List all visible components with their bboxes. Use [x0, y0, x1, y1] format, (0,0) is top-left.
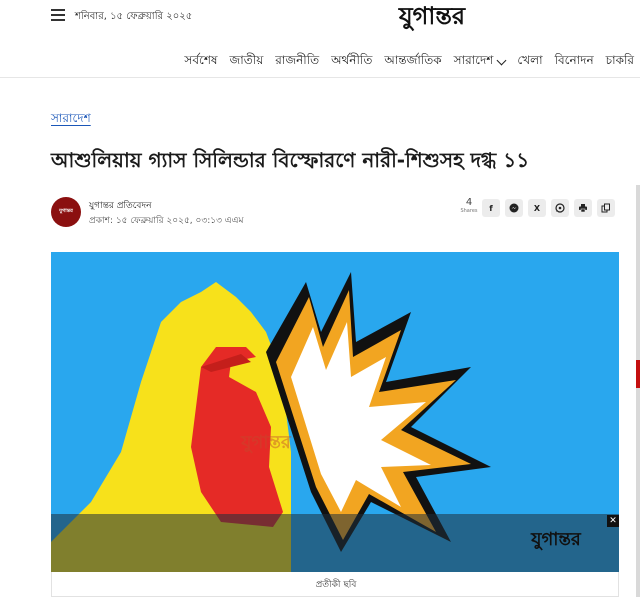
site-header: শনিবার, ১৫ ফেব্রুয়ারি ২০২৫ যুগান্তর সর্…: [0, 0, 640, 78]
image-watermark-corner: যুগান্তর: [530, 529, 582, 550]
author-name[interactable]: যুগান্তর প্রতিবেদন: [89, 198, 151, 213]
article-headline: আশুলিয়ায় গ্যাস সিলিন্ডার বিস্ফোরণে নার…: [51, 148, 530, 172]
logo-text: যুগান্তর: [398, 1, 466, 31]
nav-label: সর্বশেষ: [184, 53, 218, 67]
share-buttons: f X: [482, 199, 615, 217]
whatsapp-icon: [555, 203, 565, 213]
chevron-down-icon: [496, 55, 507, 65]
nav-label: বিনোদন: [554, 53, 594, 67]
nav-label: অর্থনীতি: [331, 53, 373, 67]
nav-label: চাকরি: [605, 53, 634, 67]
nav-item-national[interactable]: জাতীয়: [230, 52, 264, 72]
nav-label: জাতীয়: [229, 53, 264, 67]
share-count-label: Shares: [460, 208, 478, 214]
facebook-share-button[interactable]: f: [482, 199, 500, 217]
site-logo[interactable]: যুগান্তর: [360, 0, 505, 32]
facebook-icon: f: [489, 203, 493, 213]
author-row: যুগান্তর যুগান্তর প্রতিবেদন প্রকাশ: ১৫ ফ…: [51, 197, 621, 233]
nav-item-country[interactable]: সারাদেশ: [453, 52, 507, 72]
sidebar-edge: [636, 185, 640, 597]
sidebar-edge-ad: [636, 360, 640, 388]
avatar-logo-text: যুগান্তর: [59, 208, 73, 214]
messenger-icon: [509, 203, 519, 213]
x-twitter-icon: X: [533, 203, 541, 213]
nav-item-economy[interactable]: অর্থনীতি: [331, 52, 372, 72]
main-nav: সর্বশেষ জাতীয় রাজনীতি অর্থনীতি আন্তর্জা…: [184, 52, 634, 72]
print-button[interactable]: [574, 199, 592, 217]
nav-label: রাজনীতি: [275, 53, 320, 67]
explosion-illustration: যুগান্তর যুগান্তর: [51, 252, 619, 572]
nav-item-jobs[interactable]: চাকরি: [606, 52, 634, 72]
nav-label: আন্তর্জাতিক: [384, 53, 442, 67]
share-count-value: 4: [465, 197, 473, 208]
whatsapp-share-button[interactable]: [551, 199, 569, 217]
image-caption: প্রতীকী ছবি: [315, 580, 357, 590]
nav-item-sports[interactable]: খেলা: [517, 52, 542, 72]
close-icon[interactable]: ✕: [607, 515, 619, 527]
print-icon: [579, 204, 587, 213]
published-time: প্রকাশ: ১৫ ফেব্রুয়ারি ২০২৫, ০৩:১৩ এএম: [89, 216, 244, 226]
copy-link-icon: [601, 203, 610, 213]
nav-label: সারাদেশ: [453, 53, 494, 67]
x-share-button[interactable]: X: [528, 199, 546, 217]
nav-item-politics[interactable]: রাজনীতি: [275, 52, 319, 72]
nav-label: খেলা: [517, 53, 543, 67]
copy-link-button[interactable]: [597, 199, 615, 217]
menu-hamburger-icon[interactable]: [51, 9, 65, 21]
category-link[interactable]: সারাদেশ: [51, 110, 91, 130]
share-count: 4 Shares: [459, 197, 479, 214]
image-watermark-center: যুগান্তর: [240, 432, 292, 453]
messenger-share-button[interactable]: [505, 199, 523, 217]
nav-item-entertainment[interactable]: বিনোদন: [555, 52, 594, 72]
author-avatar: যুগান্তর: [51, 197, 81, 227]
nav-item-latest[interactable]: সর্বশেষ: [184, 52, 217, 72]
header-date: শনিবার, ১৫ ফেব্রুয়ারি ২০২৫: [75, 11, 193, 22]
nav-item-international[interactable]: আন্তর্জাতিক: [384, 52, 441, 72]
image-caption-box: প্রতীকী ছবি: [51, 572, 619, 597]
article-feature-image: যুগান্তর যুগান্তর: [51, 252, 619, 572]
